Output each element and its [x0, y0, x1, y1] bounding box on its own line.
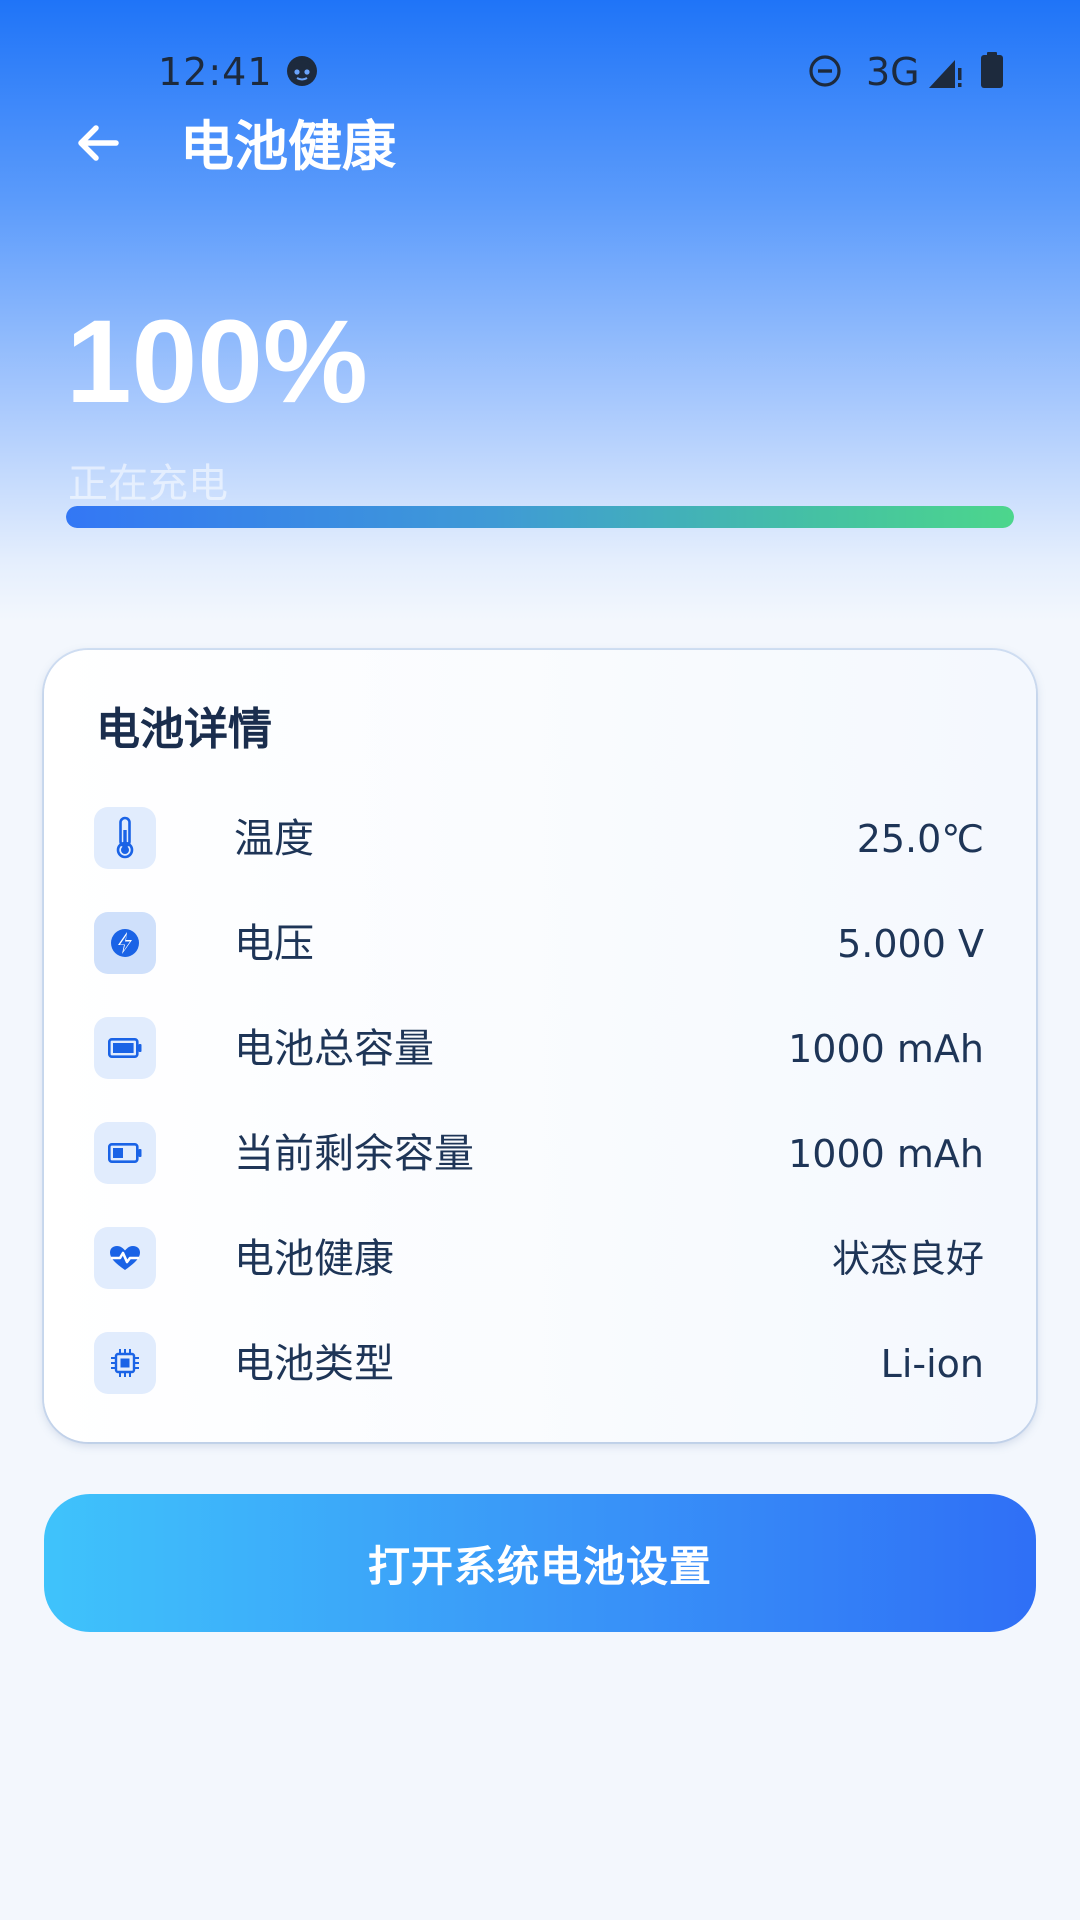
detail-row-voltage: 电压 5.000 V: [94, 912, 984, 976]
battery-full-icon: [981, 52, 1003, 88]
battery-details-card: 电池详情 温度 25.0℃ 电压 5.000 V 电池总容量 1000 mAh …: [44, 650, 1036, 1442]
battery-progress-fill: [66, 506, 1014, 528]
detail-value: 1000 mAh: [788, 1132, 984, 1176]
status-bar: 12:41 3G: [0, 0, 1080, 140]
battery-full-icon: [94, 1017, 156, 1079]
detail-value: 25.0℃: [856, 817, 984, 861]
health-heart-icon: [94, 1227, 156, 1289]
open-battery-settings-button[interactable]: 打开系统电池设置: [44, 1494, 1036, 1632]
thermometer-icon: [94, 807, 156, 869]
detail-label: 电压: [234, 921, 314, 967]
back-button[interactable]: [68, 113, 128, 173]
do-not-disturb-icon: [809, 55, 841, 87]
detail-label: 电池总容量: [234, 1026, 434, 1072]
detail-value: 1000 mAh: [788, 1027, 984, 1071]
detail-label: 温度: [234, 816, 314, 862]
detail-value: Li-ion: [880, 1342, 984, 1386]
detail-value: 5.000 V: [837, 922, 984, 966]
battery-half-icon: [94, 1122, 156, 1184]
detail-label: 当前剩余容量: [234, 1131, 474, 1177]
network-type: 3G: [866, 50, 920, 94]
detail-row-health: 电池健康 状态良好: [94, 1227, 984, 1291]
status-time: 12:41: [158, 50, 273, 94]
cell-signal-icon: [929, 60, 962, 88]
detail-row-remaining-capacity: 当前剩余容量 1000 mAh: [94, 1122, 984, 1186]
detail-row-total-capacity: 电池总容量 1000 mAh: [94, 1017, 984, 1081]
charging-status: 正在充电: [68, 461, 228, 507]
battery-percent: 100%: [66, 296, 368, 428]
detail-row-battery-type: 电池类型 Li-ion: [94, 1332, 984, 1396]
arrow-left-icon: [78, 125, 119, 161]
detail-value: 状态良好: [831, 1237, 984, 1281]
detail-row-temperature: 温度 25.0℃: [94, 807, 984, 871]
card-title: 电池详情: [96, 704, 272, 755]
detail-label: 电池类型: [234, 1341, 394, 1387]
battery-progress-bar: [66, 506, 1014, 528]
bolt-icon: [94, 912, 156, 974]
chip-icon: [94, 1332, 156, 1394]
detail-label: 电池健康: [234, 1236, 394, 1282]
face-icon: [287, 56, 317, 86]
page-title: 电池健康: [180, 115, 396, 178]
